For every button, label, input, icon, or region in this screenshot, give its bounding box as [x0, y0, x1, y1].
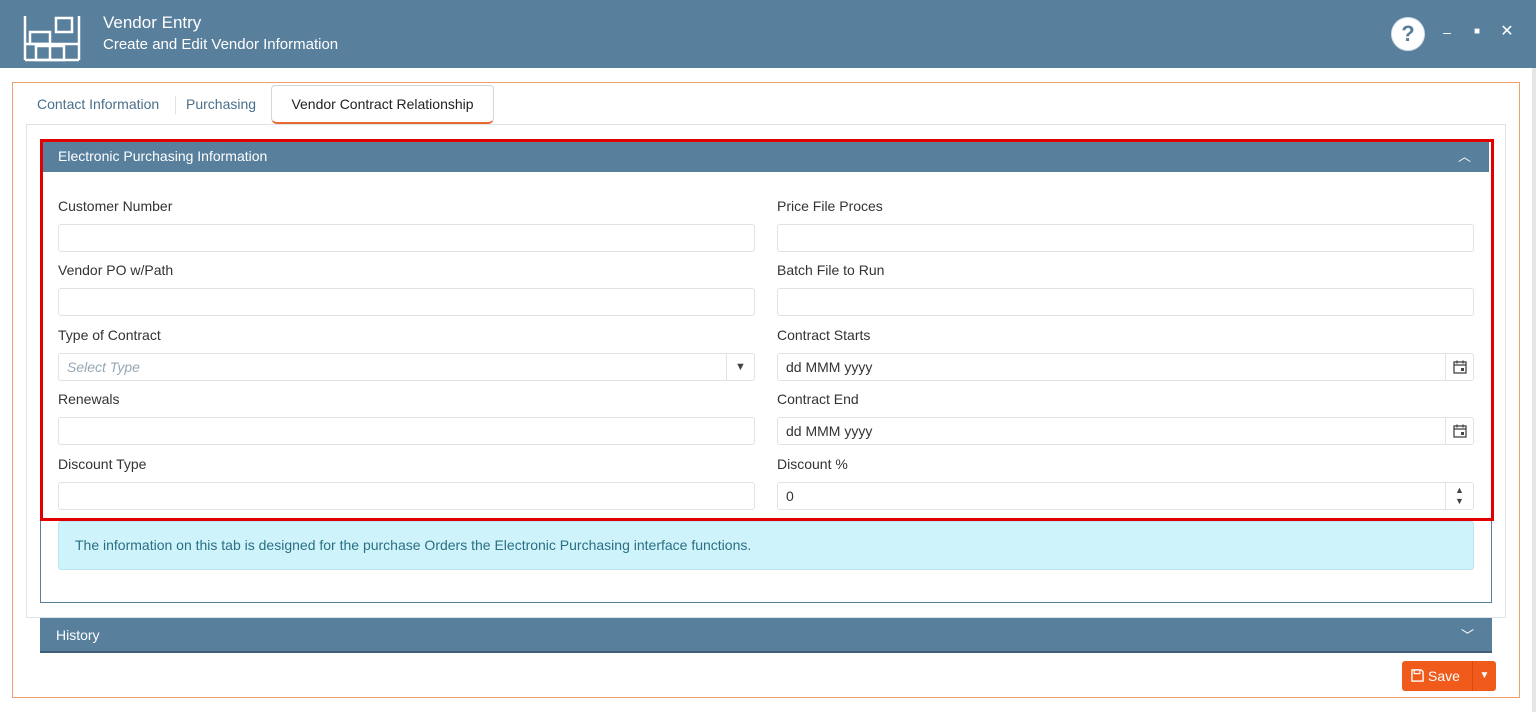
minimize-icon[interactable]: –	[1437, 22, 1457, 42]
history-panel-header[interactable]: History ﹀	[40, 618, 1492, 653]
contract-starts-label: Contract Starts	[777, 327, 871, 343]
window-subtitle: Create and Edit Vendor Information	[103, 36, 339, 53]
contract-starts-input[interactable]: dd MMM yyyy	[777, 353, 1474, 381]
save-label: Save	[1428, 668, 1460, 684]
batch-file-input[interactable]	[777, 288, 1474, 316]
save-split-button: Save ▼	[1402, 661, 1496, 691]
floppy-disk-icon	[1411, 669, 1424, 682]
window-title: Vendor Entry	[103, 13, 202, 32]
discount-pct-input[interactable]: 0 ▲ ▼	[777, 482, 1474, 510]
renewals-input[interactable]	[58, 417, 755, 445]
discount-type-input[interactable]	[58, 482, 755, 510]
contract-end-label: Contract End	[777, 391, 859, 407]
vendor-warehouse-icon	[23, 16, 81, 62]
contract-type-label: Type of Contract	[58, 327, 161, 343]
tab-contact-information[interactable]: Contact Information	[37, 88, 159, 122]
dropdown-arrow-icon[interactable]: ▼	[726, 354, 754, 380]
price-file-proces-label: Price File Proces	[777, 198, 883, 214]
tab-vendor-contract-relationship[interactable]: Vendor Contract Relationship	[271, 85, 494, 124]
contract-end-value: dd MMM yyyy	[786, 423, 873, 439]
panel-header[interactable]: Electronic Purchasing Information ︿	[43, 142, 1489, 172]
contract-starts-value: dd MMM yyyy	[786, 359, 873, 375]
spinner-control[interactable]: ▲ ▼	[1445, 483, 1473, 509]
price-file-proces-input[interactable]	[777, 224, 1474, 252]
discount-type-label: Discount Type	[58, 456, 147, 472]
panel-title: Electronic Purchasing Information	[58, 148, 268, 164]
calendar-icon[interactable]	[1445, 354, 1473, 380]
spin-up-icon[interactable]: ▲	[1446, 485, 1473, 496]
title-bar: Vendor Entry Create and Edit Vendor Info…	[0, 0, 1536, 68]
customer-number-input[interactable]	[58, 224, 755, 252]
calendar-icon[interactable]	[1445, 418, 1473, 444]
chevron-down-icon[interactable]: ﹀	[1461, 625, 1474, 644]
batch-file-label: Batch File to Run	[777, 262, 885, 278]
vendor-po-path-label: Vendor PO w/Path	[58, 262, 174, 278]
scrollbar[interactable]	[1532, 68, 1536, 712]
tab-purchasing[interactable]: Purchasing	[186, 88, 256, 122]
discount-pct-value: 0	[786, 488, 794, 504]
spin-down-icon[interactable]: ▼	[1446, 496, 1473, 507]
save-dropdown-icon[interactable]: ▼	[1473, 661, 1496, 691]
vendor-po-path-input[interactable]	[58, 288, 755, 316]
save-button[interactable]: Save	[1402, 661, 1472, 691]
contract-end-input[interactable]: dd MMM yyyy	[777, 417, 1474, 445]
close-icon[interactable]: ✕	[1497, 22, 1517, 42]
history-title: History	[56, 627, 100, 643]
contract-type-select[interactable]: Select Type ▼	[58, 353, 755, 381]
discount-pct-label: Discount %	[777, 456, 848, 472]
help-icon[interactable]: ?	[1392, 18, 1424, 50]
contract-type-placeholder: Select Type	[67, 359, 140, 375]
chevron-up-icon[interactable]: ︿	[1458, 146, 1471, 165]
renewals-label: Renewals	[58, 391, 120, 407]
info-message: The information on this tab is designed …	[58, 521, 1474, 570]
tab-divider	[175, 96, 176, 114]
maximize-icon[interactable]: ■	[1467, 22, 1487, 42]
customer-number-label: Customer Number	[58, 198, 173, 214]
